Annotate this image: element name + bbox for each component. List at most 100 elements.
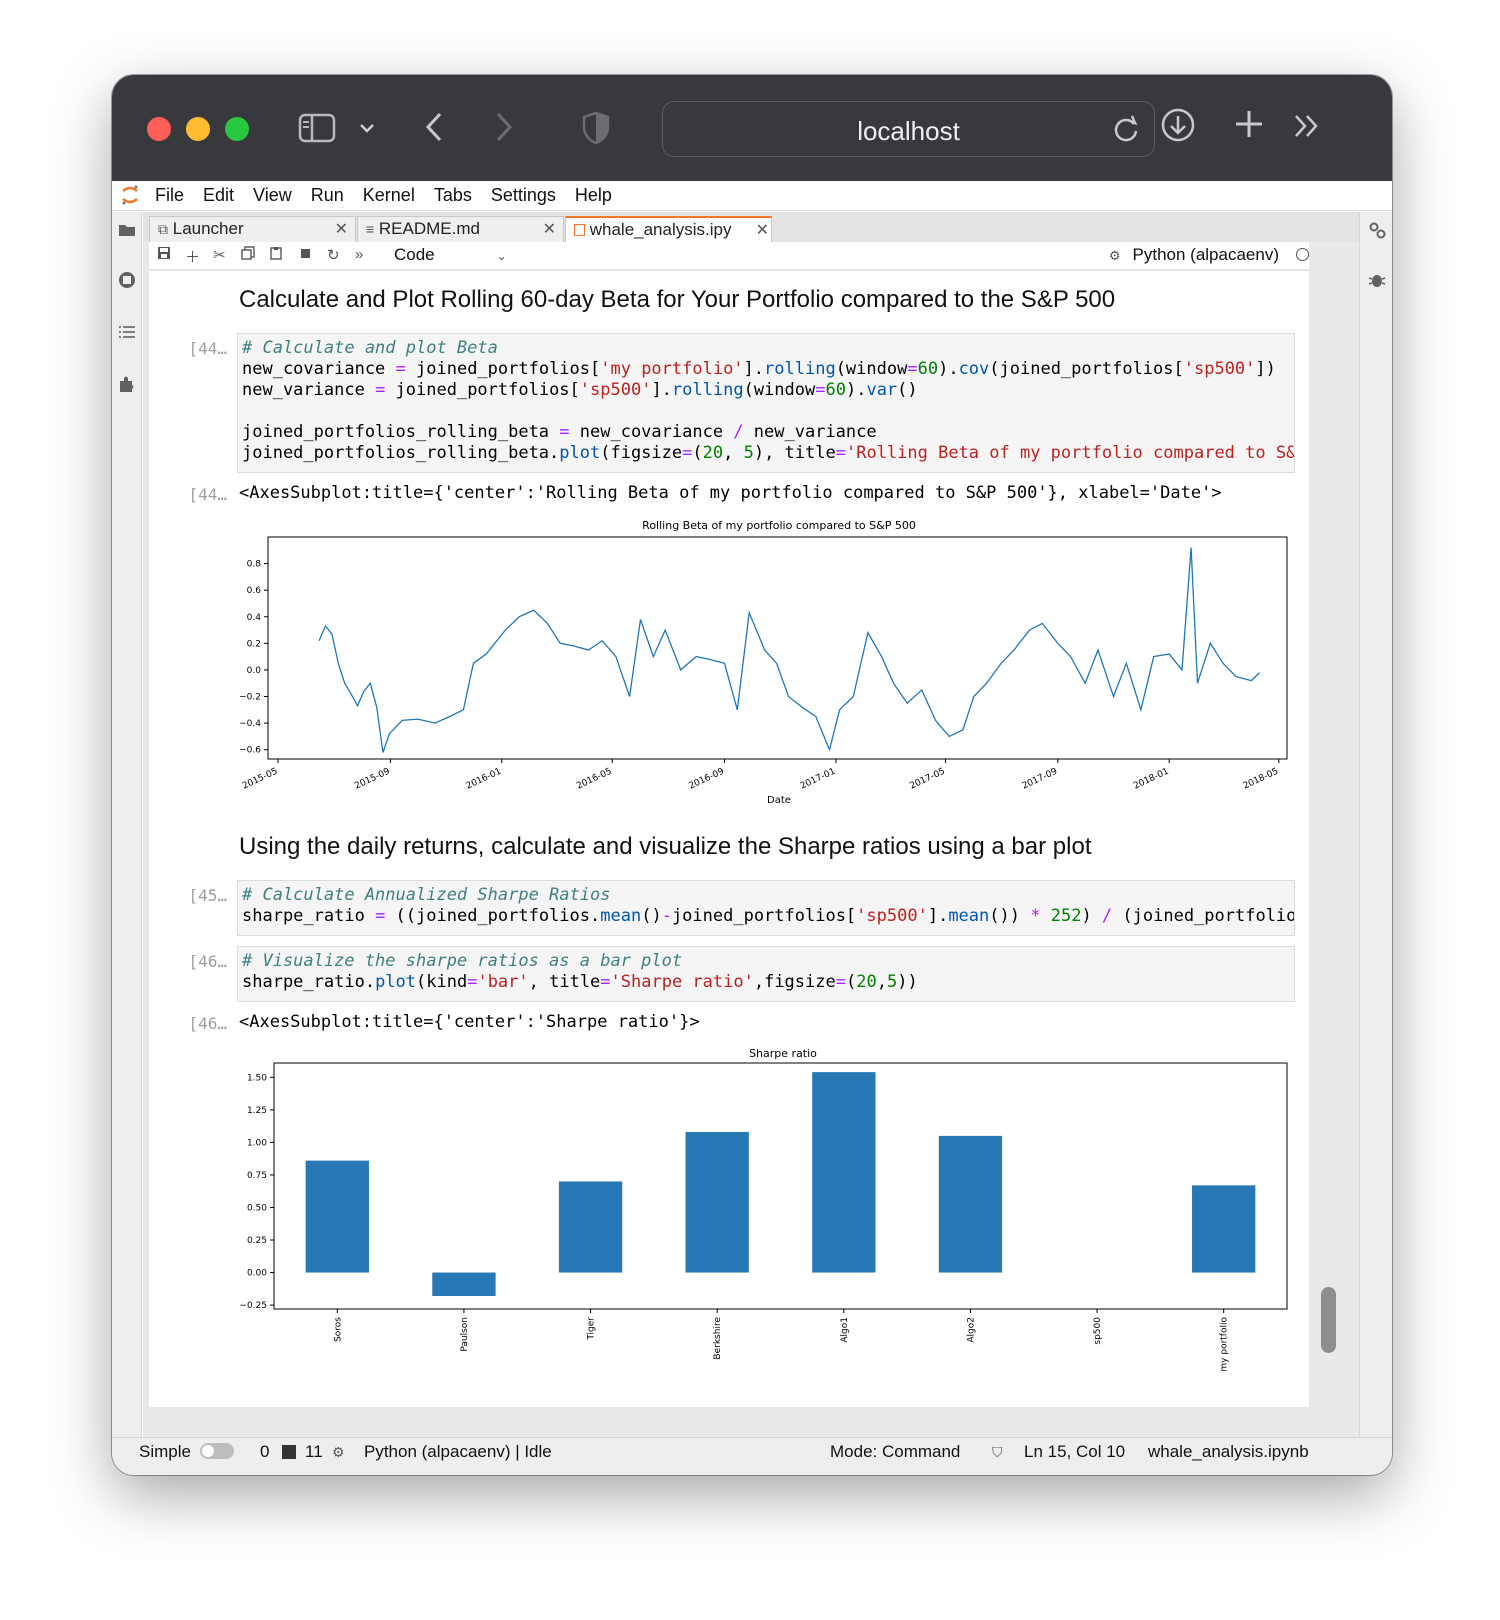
y-tick-label: 0.00 [247, 1269, 267, 1279]
menu-help[interactable]: Help [575, 185, 612, 206]
close-window-button[interactable] [147, 117, 171, 141]
x-tick-label: my portfolio [1220, 1317, 1230, 1372]
code-cell-beta[interactable]: # Calculate and plot Beta new_covariance… [237, 333, 1295, 473]
close-icon[interactable]: ✕ [756, 220, 769, 240]
tab-label: whale_analysis.ipy [589, 220, 732, 239]
running-kernels-icon[interactable] [117, 270, 137, 290]
menu-run[interactable]: Run [311, 185, 344, 206]
chevron-down-icon[interactable] [357, 113, 377, 152]
kernel-name-text: Python (alpacaenv) [1132, 245, 1279, 264]
trust-shield-icon: ⛉ [992, 1444, 1003, 1460]
y-tick-label: 0.2 [247, 639, 261, 649]
y-tick-label: 0.50 [247, 1203, 267, 1213]
bar-paulson [432, 1272, 496, 1296]
menu-edit[interactable]: Edit [203, 185, 234, 206]
filename[interactable]: whale_analysis.ipynb [1148, 1442, 1309, 1462]
simple-mode-toggle[interactable] [200, 1443, 234, 1459]
reload-icon[interactable] [1112, 114, 1140, 151]
x-tick-label: Tiger [587, 1317, 597, 1341]
tab-whale-analysis[interactable]: whale_analysis.ipy ✕ [565, 216, 772, 243]
code-editor[interactable]: # Calculate Annualized Sharpe Ratios sha… [242, 885, 1294, 927]
back-icon[interactable] [424, 111, 446, 149]
forward-icon[interactable] [492, 111, 514, 149]
markdown-heading-beta: Calculate and Plot Rolling 60-day Beta f… [239, 286, 1116, 313]
notebook-panel[interactable]: Calculate and Plot Rolling 60-day Beta f… [149, 271, 1309, 1407]
notebook-scrollbar[interactable] [1321, 1287, 1336, 1353]
copy-icon[interactable] [241, 246, 255, 264]
jupyter-menubar: File Edit View Run Kernel Tabs Settings … [112, 181, 1392, 211]
paste-icon[interactable] [269, 246, 283, 264]
new-tab-icon[interactable] [1234, 109, 1264, 145]
cut-icon[interactable]: ✂ [213, 246, 226, 264]
bug-icon: ⚙ [1108, 248, 1121, 263]
x-tick-label: Soros [333, 1317, 343, 1342]
more-chevrons-icon[interactable] [1292, 111, 1322, 147]
sidebar-toggle-icon[interactable] [298, 113, 336, 149]
x-tick-label: Paulson [460, 1317, 470, 1352]
kernel-status-text[interactable]: Python (alpacaenv) | Idle [364, 1442, 552, 1462]
browser-window: localhost File Edit View Run Kernel Tabs… [112, 75, 1392, 1475]
menu-settings[interactable]: Settings [491, 185, 556, 206]
bar-tiger [558, 1181, 623, 1273]
output-repr-sharpe: <AxesSubplot:title={'center':'Sharpe rat… [239, 1012, 700, 1032]
code-editor[interactable]: # Visualize the sharpe ratios as a bar p… [242, 951, 918, 993]
close-icon[interactable]: ✕ [335, 219, 348, 239]
minimize-window-button[interactable] [186, 117, 210, 141]
y-tick-label: −0.4 [239, 719, 261, 729]
privacy-shield-icon[interactable] [582, 111, 610, 151]
save-icon[interactable] [157, 246, 171, 264]
sharpe-ratio-chart: Sharpe ratio 1.50 1.25 1.00 0.75 0.50 0.25 0.0… [239, 1047, 1288, 1372]
x-tick-label: sp500 [1093, 1317, 1103, 1345]
tab-label: README.md [378, 219, 480, 238]
cursor-position[interactable]: Ln 15, Col 10 [1024, 1442, 1125, 1462]
x-tick-label: 2016-09 [687, 767, 726, 792]
input-prompt: [44… [188, 339, 227, 358]
bar-algo2 [938, 1135, 1003, 1273]
code-cell-sharpe[interactable]: # Calculate Annualized Sharpe Ratios sha… [237, 880, 1295, 936]
menu-view[interactable]: View [253, 185, 292, 206]
extensions-icon[interactable] [117, 374, 137, 394]
chart-title: Rolling Beta of my portfolio compared to… [642, 519, 916, 532]
y-tick-label: −0.6 [239, 746, 261, 756]
tab-launcher[interactable]: ⧉ Launcher ✕ [149, 216, 356, 242]
jupyter-logo-icon [120, 184, 140, 211]
terminal-count[interactable]: 0 [260, 1442, 269, 1462]
right-sidebar [1359, 212, 1392, 1437]
property-inspector-icon[interactable] [1367, 220, 1387, 245]
x-tick-label: 2015-05 [241, 767, 279, 792]
kernel-name[interactable]: ⚙ Python (alpacaenv) [1109, 245, 1279, 265]
simple-mode-label: Simple [139, 1442, 191, 1461]
maximize-window-button[interactable] [225, 117, 249, 141]
menu-tabs[interactable]: Tabs [434, 185, 472, 206]
stop-icon[interactable] [299, 246, 311, 264]
kernel-count[interactable]: 11 [305, 1442, 323, 1462]
x-tick-label: 2018-01 [1132, 767, 1170, 792]
x-tick-label: 2015-09 [353, 767, 392, 792]
download-icon[interactable] [1160, 107, 1196, 149]
x-tick-label: 2017-01 [799, 767, 837, 792]
add-cell-icon[interactable]: ＋ [185, 246, 200, 267]
menu-kernel[interactable]: Kernel [363, 185, 415, 206]
bar-berkshire [685, 1131, 749, 1273]
table-of-contents-icon[interactable] [117, 322, 137, 342]
x-tick-label: 2017-05 [908, 767, 946, 792]
mode-indicator[interactable]: Mode: Command [830, 1442, 960, 1462]
x-tick-label: Algo1 [840, 1317, 850, 1343]
y-tick-label: 0.6 [247, 586, 262, 596]
address-bar[interactable]: localhost [662, 101, 1155, 157]
bar-algo1 [812, 1072, 876, 1273]
folder-icon[interactable] [117, 220, 137, 240]
y-tick-label: 1.50 [247, 1073, 267, 1083]
x-tick-label: 2017-09 [1021, 767, 1060, 792]
close-icon[interactable]: ✕ [543, 219, 556, 239]
debugger-icon[interactable] [1367, 270, 1387, 295]
input-prompt: [46… [188, 952, 227, 971]
menu-file[interactable]: File [155, 185, 184, 206]
code-editor[interactable]: # Calculate and plot Beta new_covariance… [242, 338, 1294, 464]
tab-readme[interactable]: ≡ README.md ✕ [357, 216, 564, 242]
restart-icon[interactable]: ↻ [327, 246, 340, 264]
status-bar: Simple 0 11 ⚙ Python (alpacaenv) | Idle … [112, 1437, 1392, 1475]
run-all-icon[interactable]: » [355, 246, 363, 263]
cell-type-select[interactable]: Code ⌄ [394, 245, 507, 265]
code-cell-barplot[interactable]: # Visualize the sharpe ratios as a bar p… [237, 946, 1295, 1002]
